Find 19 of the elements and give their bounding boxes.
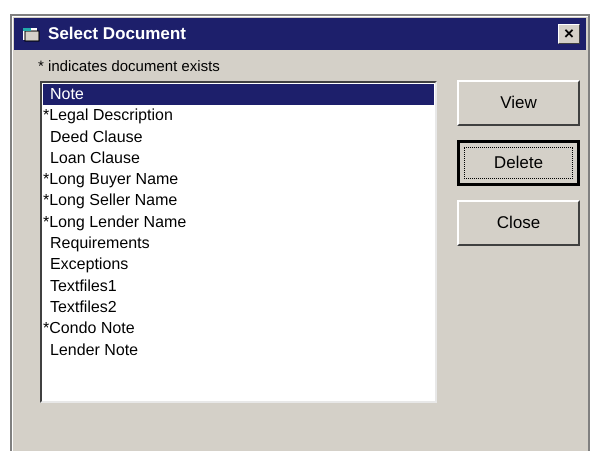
list-item[interactable]: Deed Clause (43, 126, 434, 148)
list-item[interactable]: Textfiles1 (43, 276, 434, 297)
list-item[interactable]: *Long Lender Name (43, 212, 434, 234)
list-item[interactable]: *Condo Note (43, 318, 434, 340)
close-button[interactable]: × (558, 24, 580, 44)
window-title: Select Document (48, 24, 187, 44)
list-item[interactable]: *Legal Description (43, 105, 434, 127)
list-item[interactable]: Note (43, 84, 434, 106)
list-item[interactable]: Requirements (43, 233, 434, 254)
dialog-button[interactable]: View (457, 80, 580, 126)
dialog-button[interactable]: Delete (457, 140, 580, 186)
list-item[interactable]: Lender Note (43, 340, 434, 361)
list-item[interactable]: Exceptions (43, 254, 434, 276)
hint-text: * indicates document exists (38, 58, 221, 75)
list-item[interactable]: *Long Seller Name (43, 190, 434, 212)
list-item[interactable]: Textfiles2 (43, 296, 434, 318)
list-item[interactable]: *Long Buyer Name (43, 169, 434, 190)
list-item[interactable]: Loan Clause (43, 148, 434, 170)
dialog-button[interactable]: Close (457, 200, 580, 246)
